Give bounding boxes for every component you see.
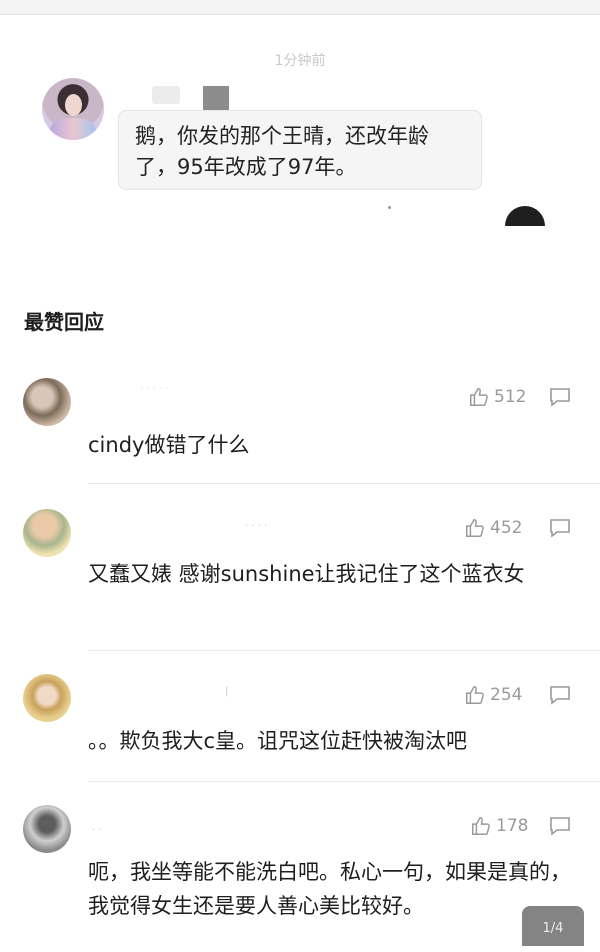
comment-text: 又蠢又婊 感谢sunshine让我记住了这个蓝衣女	[88, 562, 525, 586]
comment-meta-blurred: · ·	[92, 825, 102, 836]
page-indicator: 1/4	[522, 906, 584, 946]
avatar-face	[65, 94, 82, 116]
commenter-avatar[interactable]	[23, 378, 71, 426]
partial-avatar	[505, 206, 545, 226]
comment-text: 呃，我坐等能不能洗白吧。私心一句，如果是真的，我觉得女生还是要人善心美比较好。	[88, 860, 571, 918]
like-count: 452	[490, 518, 523, 538]
comment-meta-blurred: · · · · ·	[140, 384, 169, 395]
chat-message-bubble[interactable]: 鹅，你发的那个王晴，还改年龄了，95年改成了97年。	[118, 110, 482, 190]
blurred-username	[152, 86, 180, 104]
commenter-avatar[interactable]	[23, 509, 71, 557]
like-button[interactable]: 178	[470, 815, 528, 837]
commenter-avatar[interactable]	[23, 674, 71, 722]
thumbs-up-icon	[466, 519, 484, 537]
section-title: 最赞回应	[24, 310, 104, 334]
dot-mark	[388, 206, 391, 209]
reply-icon[interactable]	[548, 386, 572, 408]
commenter-avatar[interactable]	[23, 805, 71, 853]
like-button[interactable]: 254	[464, 684, 522, 706]
chat-timestamp: 1分钟前	[274, 53, 326, 69]
reply-icon[interactable]	[548, 684, 572, 706]
comment-meta-blurred: · · · ·	[245, 521, 268, 532]
like-button[interactable]: 452	[464, 517, 522, 539]
like-count: 254	[490, 685, 523, 705]
reply-icon[interactable]	[548, 517, 572, 539]
like-count: 512	[494, 387, 527, 407]
like-button[interactable]: 512	[468, 386, 526, 408]
comment-text: cindy做错了什么	[88, 433, 250, 457]
thumbs-up-icon	[470, 388, 488, 406]
chat-avatar[interactable]	[42, 78, 104, 140]
avatar-shirt	[50, 118, 96, 140]
thumbs-up-icon	[466, 686, 484, 704]
divider	[88, 483, 600, 484]
comment-meta-blurred: |	[225, 686, 229, 697]
redaction-mark	[203, 86, 229, 110]
top-bar	[0, 0, 600, 15]
divider	[88, 650, 600, 651]
thumbs-up-icon	[472, 817, 490, 835]
like-count: 178	[496, 816, 529, 836]
comment-text: 。。欺负我大c皇。诅咒这位赶快被淘汰吧	[88, 729, 468, 753]
reply-icon[interactable]	[548, 815, 572, 837]
divider	[88, 781, 600, 782]
